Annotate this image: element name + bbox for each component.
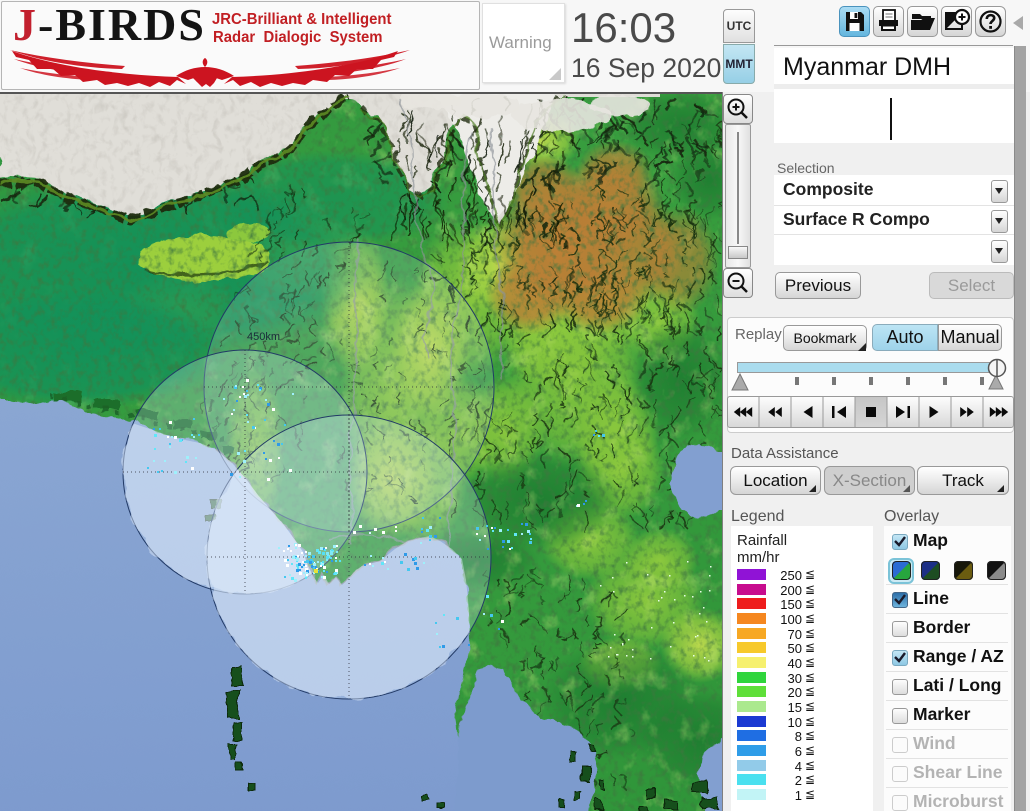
svg-text:450km: 450km bbox=[247, 331, 280, 343]
